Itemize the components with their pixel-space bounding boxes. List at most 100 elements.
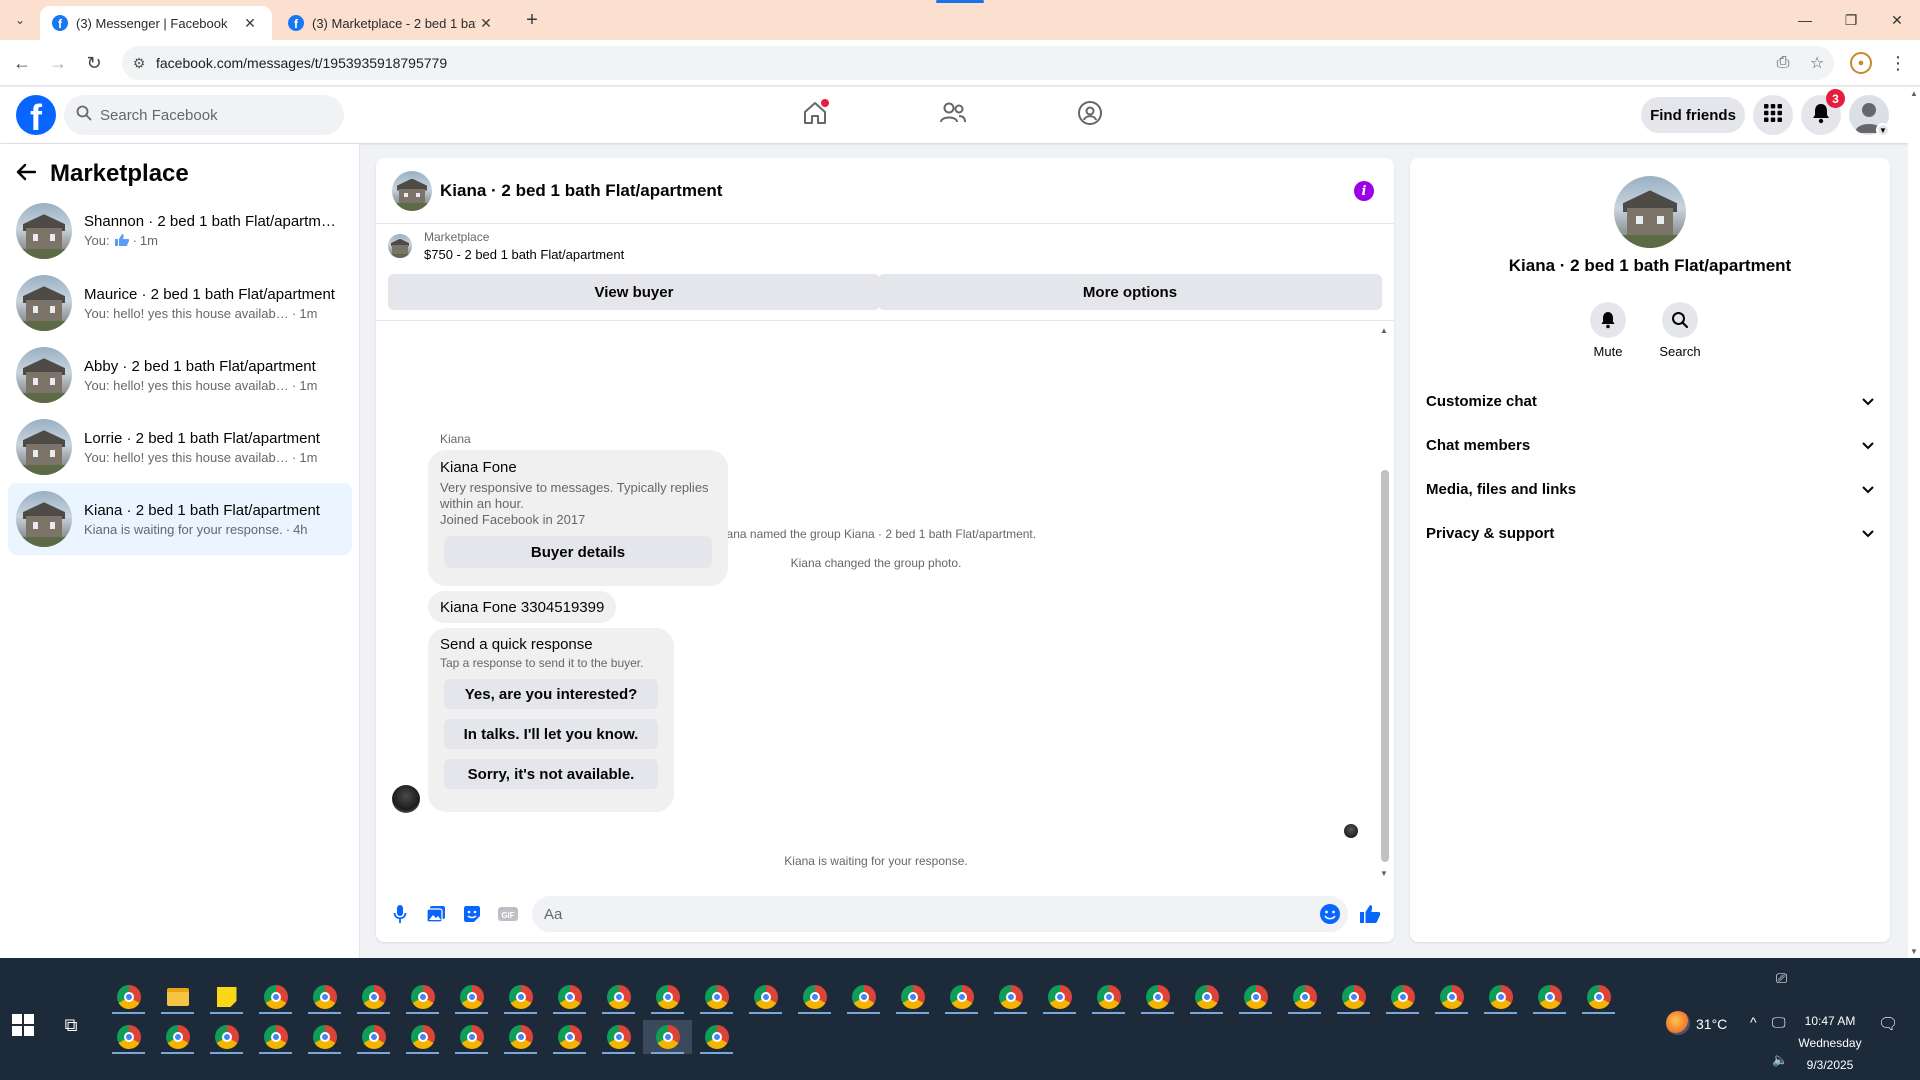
taskbar-chrome-app[interactable]	[937, 980, 986, 1014]
taskbar-chrome-app[interactable]	[251, 980, 300, 1014]
notifications-button[interactable]: 3	[1801, 89, 1845, 135]
weather-icon[interactable]	[1666, 1011, 1690, 1035]
tab-marketplace[interactable]: f (3) Marketplace - 2 bed 1 bath Flat/ap…	[276, 6, 508, 40]
nav-home[interactable]	[795, 95, 835, 135]
taskbar-chrome-app[interactable]	[986, 980, 1035, 1014]
browser-menu-icon[interactable]: ⋮	[1888, 50, 1908, 76]
taskbar-chrome-app-active[interactable]	[643, 1020, 692, 1054]
browser-profile-icon[interactable]: ●	[1850, 52, 1872, 74]
nav-friends[interactable]	[933, 95, 973, 135]
tab-search-icon[interactable]: ⌄	[8, 8, 32, 32]
taskbar-chrome-app[interactable]	[202, 1020, 251, 1054]
taskbar-chrome-app[interactable]	[594, 980, 643, 1014]
tray-device-icon[interactable]: ⎚	[1776, 970, 1787, 987]
taskbar-chrome-app[interactable]	[1525, 980, 1574, 1014]
scroll-down-icon[interactable]: ▼	[1910, 947, 1918, 956]
taskbar-chrome-app[interactable]	[545, 980, 594, 1014]
volume-icon[interactable]: 🔈	[1772, 1052, 1788, 1068]
sticker-icon[interactable]	[458, 900, 486, 928]
taskbar-chrome-app[interactable]	[300, 1020, 349, 1054]
tab-close-icon[interactable]: ✕	[240, 15, 260, 32]
install-app-icon[interactable]: ⎙	[1766, 54, 1800, 72]
scroll-up-icon[interactable]: ▲	[1380, 326, 1388, 335]
windows-start-icon[interactable]	[12, 1014, 34, 1036]
taskbar-chrome-app[interactable]	[496, 980, 545, 1014]
more-options-button[interactable]: More options	[878, 274, 1382, 310]
photo-icon[interactable]	[422, 900, 450, 928]
back-arrow-icon[interactable]	[16, 161, 37, 187]
temperature[interactable]: 31°C	[1696, 1016, 1727, 1032]
taskbar-chrome-app[interactable]	[1231, 980, 1280, 1014]
quick-response-yes-button[interactable]: Yes, are you interested?	[444, 679, 658, 709]
taskbar-chrome-app[interactable]	[153, 1020, 202, 1054]
taskbar-chrome-app[interactable]	[790, 980, 839, 1014]
taskbar-chrome-app[interactable]	[349, 980, 398, 1014]
taskbar-chrome-app[interactable]	[447, 980, 496, 1014]
forward-arrow-icon[interactable]: →	[46, 51, 70, 75]
address-bar[interactable]: ⚙ facebook.com/messages/t/19539359187957…	[122, 46, 1834, 80]
tray-chevron-up-icon[interactable]: ^	[1750, 1014, 1757, 1030]
notification-center-icon[interactable]: 🗨	[1878, 1014, 1898, 1034]
taskbar-chrome-app[interactable]	[692, 980, 741, 1014]
reload-icon[interactable]: ↻	[82, 51, 106, 75]
microphone-icon[interactable]	[386, 900, 414, 928]
message-input[interactable]	[532, 896, 1348, 932]
gif-icon[interactable]: GIF	[494, 900, 522, 928]
maximize-icon[interactable]: ❐	[1828, 8, 1874, 32]
facebook-search-box[interactable]	[64, 95, 344, 135]
search-chat-button[interactable]: Search	[1650, 302, 1710, 359]
url-text[interactable]: facebook.com/messages/t/1953935918795779	[156, 55, 1766, 71]
tab-messenger[interactable]: f (3) Messenger | Facebook ✕	[40, 6, 272, 40]
page-scrollbar[interactable]: ▲ ▼	[1908, 87, 1920, 958]
taskbar-chrome-app[interactable]	[839, 980, 888, 1014]
taskbar-chrome-app[interactable]	[447, 1020, 496, 1054]
section-privacy-support[interactable]: Privacy & support	[1418, 513, 1882, 553]
taskbar-sticky-notes[interactable]	[202, 980, 251, 1014]
back-arrow-icon[interactable]: ←	[10, 51, 34, 75]
taskbar-chrome-app[interactable]	[104, 1020, 153, 1054]
quick-response-in-talks-button[interactable]: In talks. I'll let you know.	[444, 719, 658, 749]
section-media-files-links[interactable]: Media, files and links	[1418, 469, 1882, 509]
info-icon[interactable]: i	[1354, 181, 1374, 201]
taskbar-chrome-app[interactable]	[1084, 980, 1133, 1014]
taskbar-chrome-app[interactable]	[741, 980, 790, 1014]
taskbar-file-explorer[interactable]	[153, 980, 202, 1014]
taskbar-chrome-app[interactable]	[1329, 980, 1378, 1014]
chat-info-photo[interactable]	[1614, 176, 1686, 248]
thumbs-up-icon[interactable]	[1356, 900, 1384, 928]
taskbar-chrome-app[interactable]	[1378, 980, 1427, 1014]
buyer-details-button[interactable]: Buyer details	[444, 536, 712, 568]
taskbar-chrome-app[interactable]	[692, 1020, 741, 1054]
scroll-up-icon[interactable]: ▲	[1910, 89, 1918, 98]
taskbar-chrome-app[interactable]	[496, 1020, 545, 1054]
taskbar-chrome-app[interactable]	[349, 1020, 398, 1054]
menu-button[interactable]	[1753, 95, 1793, 135]
facebook-logo[interactable]: f	[16, 95, 56, 135]
site-info-icon[interactable]: ⚙	[122, 55, 156, 72]
chat-photo[interactable]	[392, 170, 432, 211]
taskbar-chrome-app[interactable]	[888, 980, 937, 1014]
scroll-down-icon[interactable]: ▼	[1380, 869, 1388, 878]
mute-button[interactable]: Mute	[1578, 302, 1638, 359]
new-tab-icon[interactable]: +	[520, 8, 544, 32]
conversation-item-lorrie[interactable]: Lorrie · 2 bed 1 bath Flat/apartment You…	[8, 411, 352, 483]
sender-avatar[interactable]	[392, 785, 420, 813]
view-buyer-button[interactable]: View buyer	[388, 274, 880, 310]
taskbar-chrome-app[interactable]	[1133, 980, 1182, 1014]
section-chat-members[interactable]: Chat members	[1418, 425, 1882, 465]
taskbar-chrome-app[interactable]	[1476, 980, 1525, 1014]
tab-close-icon[interactable]: ✕	[476, 15, 496, 32]
find-friends-button[interactable]: Find friends	[1641, 97, 1745, 133]
taskbar-chrome-app[interactable]	[643, 980, 692, 1014]
taskbar-chrome-app[interactable]	[1035, 980, 1084, 1014]
taskbar-chrome-app[interactable]	[545, 1020, 594, 1054]
taskbar-chrome-app[interactable]	[251, 1020, 300, 1054]
nav-groups[interactable]	[1070, 95, 1110, 135]
chat-title[interactable]: Kiana · 2 bed 1 bath Flat/apartment	[440, 181, 722, 201]
minimize-icon[interactable]: —	[1782, 8, 1828, 32]
taskbar-chrome-app[interactable]	[594, 1020, 643, 1054]
section-customize-chat[interactable]: Customize chat	[1418, 381, 1882, 421]
conversation-item-abby[interactable]: Abby · 2 bed 1 bath Flat/apartment You: …	[8, 339, 352, 411]
message-scrollbar[interactable]: ▲ ▼	[1378, 326, 1390, 881]
taskbar-chrome-app[interactable]	[398, 980, 447, 1014]
